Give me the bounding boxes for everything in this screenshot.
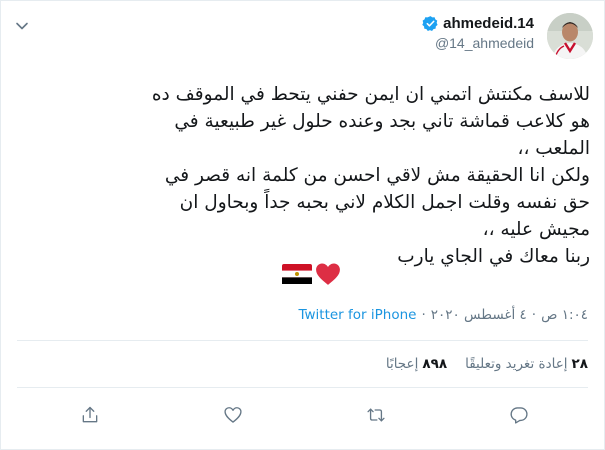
avatar[interactable] — [547, 13, 593, 59]
red-heart-icon — [316, 263, 340, 285]
tweet-meta: ١:٠٤ ص · ٤ أغسطس ٢٠٢٠ · Twitter for iPho… — [298, 307, 588, 323]
retweets-stat[interactable]: ٢٨إعادة تغريد وتعليقًا — [465, 356, 588, 372]
tweet-emojis — [282, 262, 341, 286]
meta-separator: · — [531, 307, 537, 323]
tweet-time[interactable]: ١:٠٤ ص — [541, 307, 588, 323]
reply-icon — [510, 407, 528, 424]
share-icon — [82, 406, 98, 423]
egypt-flag-icon — [282, 264, 312, 284]
tweet-card: ahmedeid.14 @14_ahmedeid للاسف مكنتش اتم… — [0, 0, 605, 450]
retweets-label: إعادة تغريد وتعليقًا — [465, 356, 568, 372]
user-info[interactable]: ahmedeid.14 @14_ahmedeid — [422, 15, 534, 51]
tweet-actions — [1, 401, 604, 429]
share-button[interactable] — [76, 401, 104, 429]
heart-icon — [224, 407, 242, 423]
tweet-text: للاسف مكنتش اتمني ان ايمن حفني يتحط في ا… — [151, 84, 590, 267]
tweet-stats: ٢٨إعادة تغريد وتعليقًا ٨٩٨إعجابًا — [386, 356, 588, 372]
reply-button[interactable] — [505, 401, 533, 429]
retweets-count: ٢٨ — [571, 356, 588, 372]
chevron-down-icon[interactable] — [15, 19, 29, 33]
likes-label: إعجابًا — [385, 356, 419, 372]
display-name[interactable]: ahmedeid.14 — [443, 15, 534, 32]
retweet-icon — [367, 408, 385, 422]
divider — [17, 387, 588, 388]
divider — [17, 340, 588, 341]
like-button[interactable] — [219, 401, 247, 429]
tweet-source-link[interactable]: Twitter for iPhone — [298, 307, 416, 323]
verified-badge-icon — [422, 16, 438, 31]
meta-separator: · — [421, 307, 426, 323]
likes-count: ٨٩٨ — [422, 356, 448, 372]
retweet-button[interactable] — [362, 401, 390, 429]
likes-stat[interactable]: ٨٩٨إعجابًا — [386, 356, 447, 372]
tweet-date[interactable]: ٤ أغسطس ٢٠٢٠ — [431, 307, 527, 323]
user-handle[interactable]: @14_ahmedeid — [422, 35, 534, 51]
